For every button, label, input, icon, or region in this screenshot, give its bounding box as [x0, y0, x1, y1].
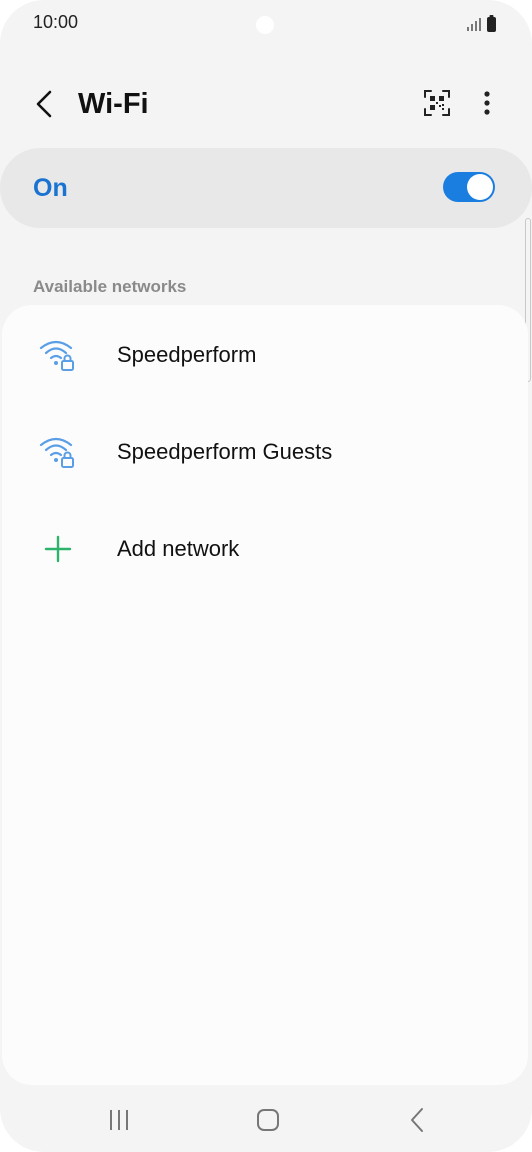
status-time: 10:00 — [33, 12, 79, 32]
wifi-locked-icon — [38, 337, 78, 373]
page-title: Wi-Fi — [78, 88, 149, 120]
qr-code-button[interactable] — [420, 86, 454, 120]
section-header-available-networks: Available networks — [33, 277, 187, 296]
recents-icon — [110, 1110, 128, 1130]
signal-bars-icon — [467, 15, 496, 32]
networks-list: Speedperform Speedperform Guests Add net… — [2, 305, 528, 1085]
nav-home-button[interactable] — [248, 1100, 288, 1140]
add-network-item[interactable]: Add network — [2, 501, 528, 597]
status-icons — [465, 14, 499, 34]
home-icon — [257, 1109, 279, 1131]
phone-screen: 10:00 Wi-Fi On Available networks Speedp… — [0, 0, 532, 1152]
network-item-speedperform-guests[interactable]: Speedperform Guests — [2, 404, 528, 500]
master-switch-label: On — [33, 174, 68, 202]
nav-recents-button[interactable] — [100, 1100, 140, 1140]
more-vertical-icon — [484, 91, 490, 115]
add-network-label: Add network — [117, 536, 240, 561]
network-name: Speedperform Guests — [117, 439, 333, 464]
network-item-speedperform[interactable]: Speedperform — [2, 307, 528, 403]
toggle-knob — [467, 174, 493, 200]
chevron-left-icon — [36, 90, 52, 118]
back-icon — [411, 1108, 423, 1132]
nav-back-button[interactable] — [398, 1100, 438, 1140]
back-button[interactable] — [28, 84, 64, 124]
plus-icon — [38, 531, 78, 567]
qr-code-scanner-icon — [424, 90, 450, 116]
more-options-button[interactable] — [474, 86, 500, 120]
wifi-locked-icon — [38, 434, 78, 470]
battery-icon — [487, 15, 496, 32]
wifi-toggle[interactable] — [443, 172, 495, 202]
wifi-master-switch-row[interactable]: On — [0, 148, 532, 228]
network-name: Speedperform — [117, 342, 257, 367]
camera-cutout — [256, 16, 274, 34]
